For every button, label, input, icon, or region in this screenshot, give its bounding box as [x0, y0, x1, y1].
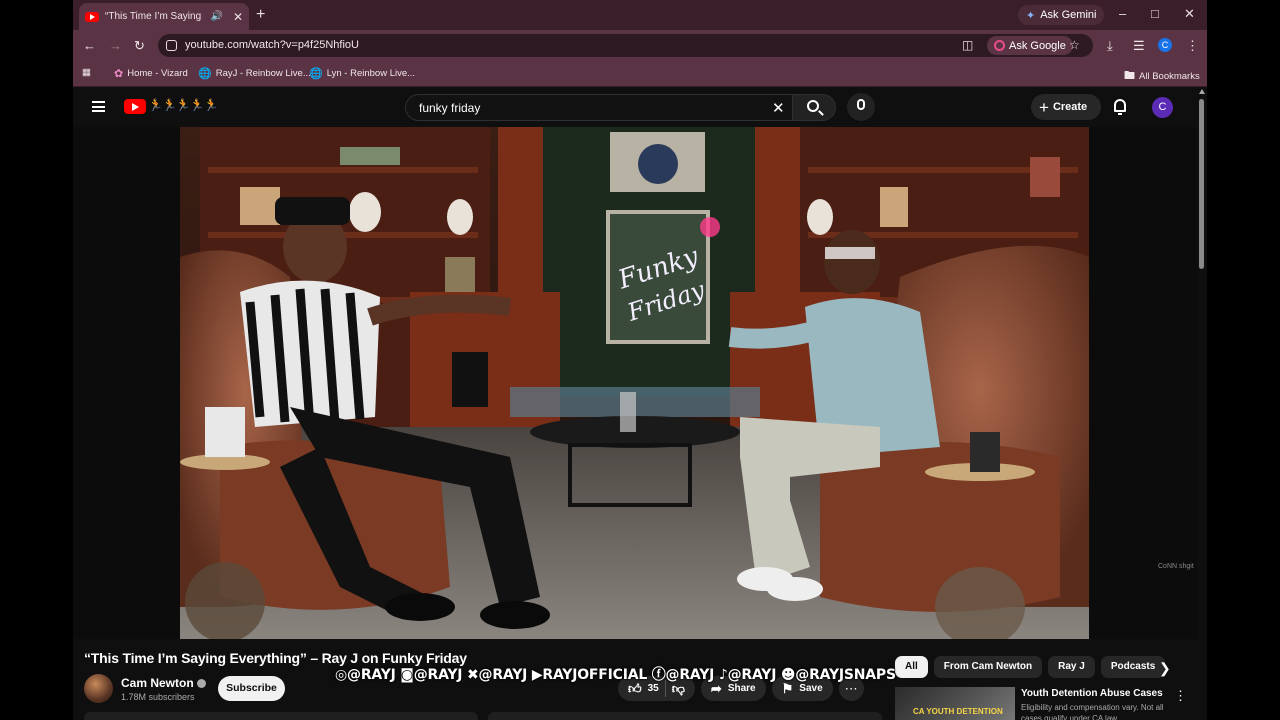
video-frame[interactable]: Funky Friday [180, 127, 1089, 639]
sponsored-thumbnail[interactable]: CA YOUTH DETENTION [895, 687, 1015, 720]
scrollbar-thumb[interactable] [1199, 99, 1204, 269]
close-tab-icon[interactable]: ✕ [233, 10, 243, 24]
menu-kebab-icon[interactable]: ⋮ [1186, 38, 1199, 54]
tab-bar: “This Time I’m Saying Every 🔊 ✕ + ✦ Ask … [73, 0, 1207, 30]
desktop-background-left [0, 0, 73, 720]
youtube-logo-icon[interactable] [124, 99, 146, 114]
bookmark-label: RayJ - Reinbow Live... [215, 68, 311, 79]
apps-grid-icon[interactable]: ▦ [82, 67, 91, 78]
channel-watermark: CoNN shgit [1158, 563, 1194, 570]
new-tab-icon[interactable]: + [256, 6, 265, 24]
ask-gemini-button[interactable]: ✦ Ask Gemini [1018, 5, 1105, 25]
all-bookmarks-label: All Bookmarks [1139, 71, 1200, 82]
chip-podcasts[interactable]: Podcasts [1100, 656, 1166, 678]
scroll-up-arrow-icon[interactable] [1199, 89, 1205, 94]
globe-icon: 🌐 [309, 68, 323, 80]
address-toolbar: ← → ↻ youtube.com/watch?v=p4f25NhfioU ◫ … [73, 30, 1207, 61]
gemini-icon: ✦ [1026, 9, 1036, 22]
voice-search-button[interactable] [847, 93, 875, 121]
download-icon[interactable]: ⤓ [1107, 38, 1113, 54]
channel-name-text[interactable]: Cam Newton [121, 676, 194, 690]
search-button[interactable] [792, 94, 836, 121]
ad-thumbnail-text: CA YOUTH DETENTION [913, 707, 1003, 716]
notifications-bell-icon[interactable] [1114, 99, 1126, 115]
youtube-header: 🏃🏃🏃🏃🏃 funky friday ✕ + Create C [73, 87, 1197, 127]
maximize-icon[interactable]: □ [1151, 6, 1159, 21]
account-avatar[interactable]: C [1152, 97, 1173, 118]
hamburger-menu-icon[interactable] [92, 101, 105, 112]
url-text[interactable]: youtube.com/watch?v=p4f25NhfioU [185, 39, 359, 51]
chevron-right-icon[interactable]: ❯ [1159, 660, 1171, 677]
search-input[interactable]: funky friday ✕ [405, 94, 792, 121]
tab-title: “This Time I’m Saying Every [105, 11, 204, 22]
site-info-icon[interactable] [166, 40, 177, 51]
search-query-text[interactable]: funky friday [419, 101, 480, 115]
profile-avatar[interactable]: C [1158, 38, 1172, 52]
verified-badge-icon [196, 679, 206, 689]
omnibox[interactable]: youtube.com/watch?v=p4f25NhfioU ◫ Ask Go… [158, 34, 1093, 57]
channel-avatar[interactable] [84, 674, 113, 703]
bookmark-home-vizard[interactable]: ✿ Home - Vizard [114, 67, 188, 80]
description-card[interactable] [84, 712, 478, 720]
folder-icon: 🖿 [1124, 70, 1135, 82]
close-window-icon[interactable]: ✕ [1184, 6, 1195, 22]
page-scrollbar[interactable] [1197, 87, 1207, 720]
channel-name[interactable]: Cam Newton [121, 676, 206, 690]
bookmark-lyn-reinbow[interactable]: 🌐 Lyn - Reinbow Live... [309, 67, 415, 80]
youtube-favicon-icon [85, 11, 99, 22]
sponsored-title[interactable]: Youth Detention Abuse Cases [1021, 688, 1163, 699]
bookmark-rayj-reinbow[interactable]: 🌐 RayJ - Reinbow Live... [198, 67, 311, 80]
bookmark-star-icon[interactable]: ☆ [1069, 38, 1080, 52]
ask-gemini-label: Ask Gemini [1040, 9, 1097, 21]
ask-google-button[interactable]: Ask Google [987, 36, 1073, 55]
speaker-icon[interactable]: 🔊 [210, 11, 222, 22]
dancing-figures-doodle-icon[interactable]: 🏃🏃🏃🏃🏃 [148, 98, 219, 112]
vizard-icon: ✿ [114, 68, 124, 80]
create-button[interactable]: + Create [1031, 94, 1101, 120]
bookmarks-bar: ▦ ✿ Home - Vizard 🌐 RayJ - Reinbow Live.… [73, 61, 1207, 87]
plus-icon: + [1039, 97, 1049, 117]
bookmark-label: Lyn - Reinbow Live... [326, 68, 416, 79]
microphone-icon [857, 99, 865, 110]
create-label: Create [1052, 101, 1088, 113]
back-icon[interactable]: ← [83, 38, 96, 53]
desktop-background-right [1207, 0, 1280, 720]
reload-icon[interactable]: ↻ [134, 38, 145, 54]
google-lens-icon [994, 40, 1005, 51]
video-player[interactable]: Funky Friday CoNN shgit [73, 127, 1197, 639]
social-handles-overlay: ◎@RAYJ ◙@RAYJ ✖@RAYJ ▶RAYJOFFICIAL ⓕ@RAY… [335, 667, 896, 683]
forward-icon[interactable]: → [109, 38, 122, 53]
subscribe-button[interactable]: Subscribe [218, 676, 285, 701]
media-control-icon[interactable]: ☰ [1133, 38, 1145, 54]
ask-google-label: Ask Google [1009, 39, 1066, 52]
globe-icon: 🌐 [198, 68, 212, 80]
subscriber-count: 1.78M subscribers [121, 692, 195, 702]
chip-ray-j[interactable]: Ray J [1048, 656, 1095, 678]
bookmark-label: Home - Vizard [127, 68, 188, 79]
kebab-menu-icon[interactable]: ⋮ [1174, 688, 1187, 704]
comments-card[interactable] [488, 712, 882, 720]
minimize-icon[interactable]: – [1119, 6, 1126, 21]
clear-search-icon[interactable]: ✕ [772, 99, 785, 117]
tab-youtube[interactable]: “This Time I’m Saying Every 🔊 ✕ [79, 3, 249, 30]
all-bookmarks-button[interactable]: 🖿 All Bookmarks [1124, 67, 1200, 86]
search-icon [807, 100, 819, 112]
sponsored-description: Eligibility and compensation vary. Not a… [1021, 703, 1164, 720]
browser-window: “This Time I’m Saying Every 🔊 ✕ + ✦ Ask … [73, 0, 1207, 720]
cast-icon[interactable]: ◫ [962, 38, 973, 52]
video-scene-image: Funky Friday [180, 127, 1089, 639]
